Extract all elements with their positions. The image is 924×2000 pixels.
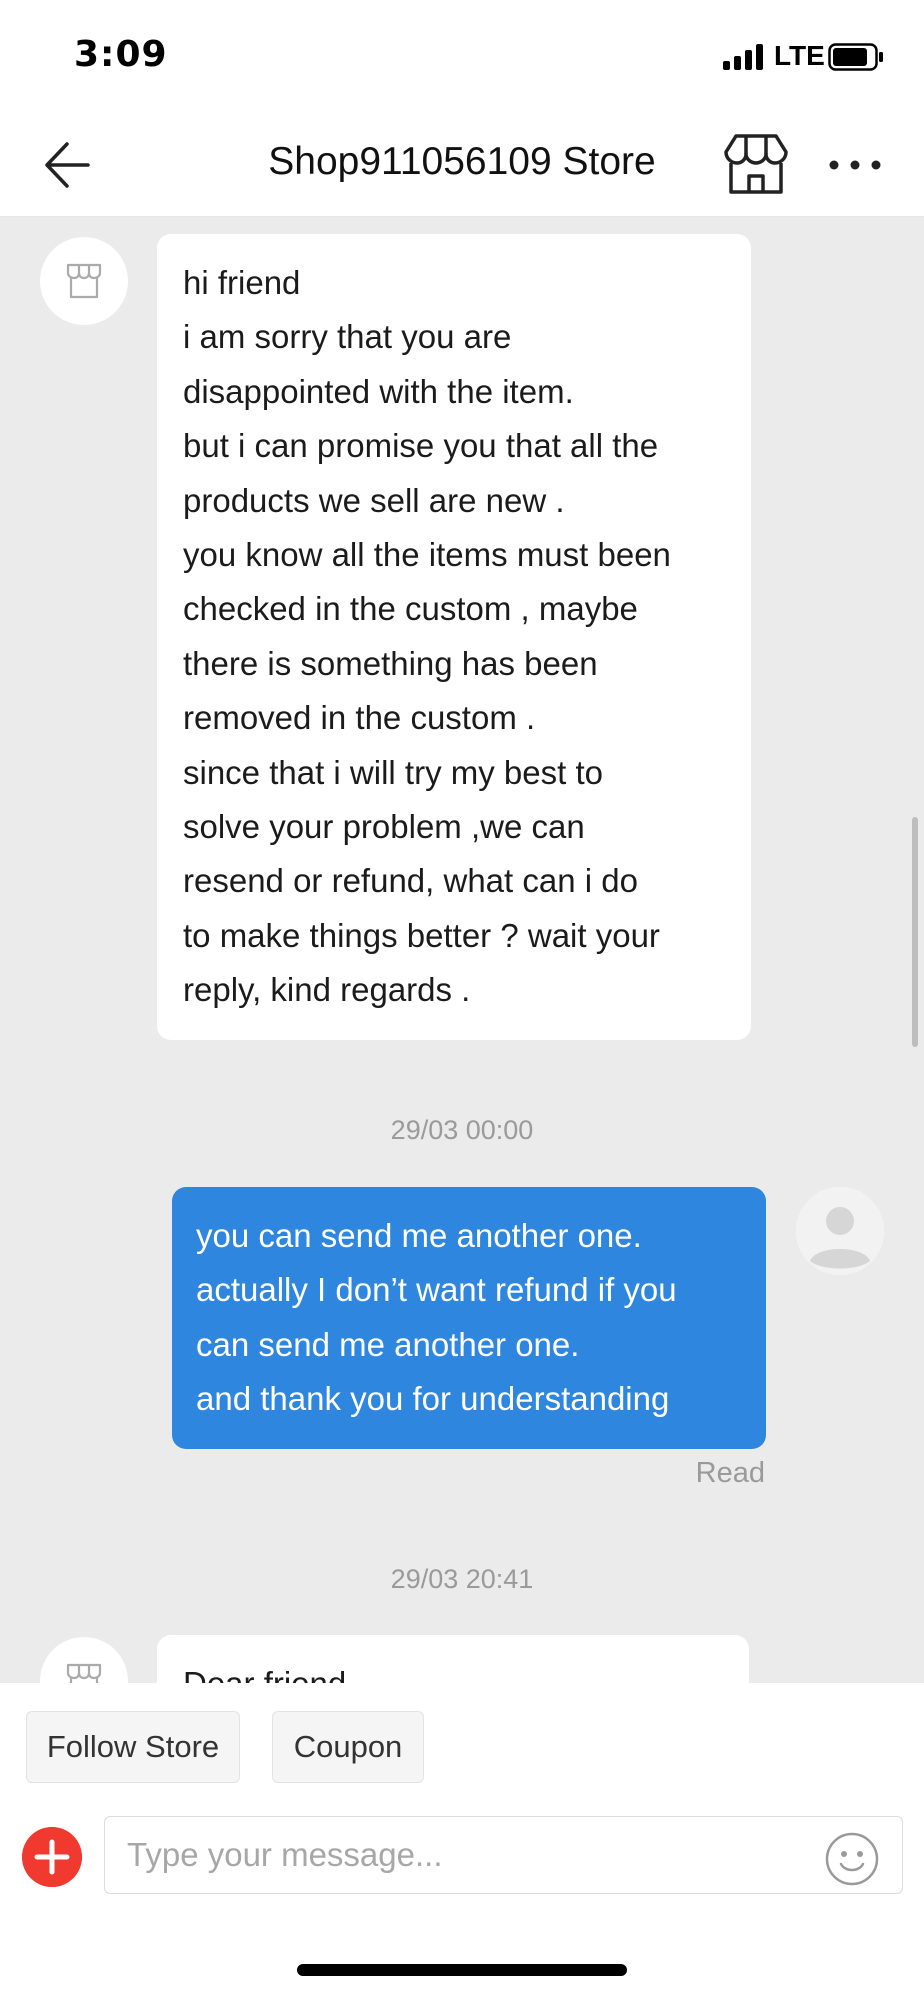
store-title: Shop911056109 Store — [268, 140, 656, 183]
message-line: reply, kind regards . — [183, 971, 471, 1009]
message-line: products we sell are new . — [183, 481, 565, 519]
message-line: there is something has been — [183, 644, 598, 682]
incoming-message-bubble[interactable]: hi friend i am sorry that you are disapp… — [157, 234, 751, 1040]
chat-messages[interactable]: hi friend i am sorry that you are disapp… — [0, 217, 924, 1683]
message-line: i am sorry that you are — [183, 318, 512, 356]
message-line: disappointed with the item. — [183, 372, 574, 410]
emoji-icon[interactable] — [824, 1831, 880, 1887]
message-timestamp: 29/03 20:41 — [390, 1564, 534, 1594]
plus-icon[interactable] — [22, 1827, 82, 1887]
read-status: Read — [695, 1457, 765, 1489]
store-avatar-icon[interactable] — [40, 237, 128, 325]
store-avatar-icon[interactable] — [40, 1637, 128, 1683]
battery-icon — [828, 43, 883, 71]
network-label: LTE — [774, 40, 825, 71]
message-line: you know all the items must been — [183, 536, 671, 574]
scrollbar[interactable] — [912, 817, 918, 1047]
message-line: actually I don’t want refund if you — [196, 1271, 677, 1309]
back-arrow-icon[interactable] — [40, 138, 94, 192]
message-line: you can send me another one. — [196, 1217, 642, 1254]
message-line: but i can promise you that all the — [183, 427, 659, 465]
store-icon[interactable] — [722, 132, 790, 196]
home-indicator[interactable] — [297, 1964, 627, 1976]
follow-store-button[interactable]: Follow Store — [26, 1711, 240, 1783]
message-line: removed in the custom . — [183, 699, 536, 737]
more-icon[interactable] — [826, 140, 884, 190]
status-bar: 3:09 LTE — [0, 0, 924, 112]
quick-actions-bar: Follow Store Coupon — [0, 1683, 924, 1803]
message-input[interactable] — [104, 1816, 903, 1894]
message-line: resend or refund, what can i do — [183, 862, 638, 900]
message-composer — [0, 1803, 924, 1915]
message-line: solve your problem ,we can — [183, 808, 585, 846]
outgoing-message-bubble[interactable]: you can send me another one. actually I … — [172, 1187, 766, 1449]
user-avatar-icon[interactable] — [796, 1187, 884, 1275]
coupon-button[interactable]: Coupon — [272, 1711, 424, 1783]
message-line: checked in the custom , maybe — [183, 590, 638, 628]
message-line: to make things better ? wait your — [183, 916, 660, 954]
status-time: 3:09 — [74, 34, 168, 75]
message-line: can send me another one. — [196, 1325, 580, 1363]
message-line: and thank you for understanding — [196, 1380, 670, 1418]
incoming-message-bubble[interactable]: Dear friend — [157, 1635, 749, 1683]
chat-header: Shop911056109 Store — [0, 112, 924, 217]
message-line: since that i will try my best to — [183, 753, 603, 791]
message-line: Dear friend — [183, 1657, 723, 1683]
message-timestamp: 29/03 00:00 — [390, 1115, 534, 1145]
message-line: hi friend — [183, 264, 301, 301]
signal-icon — [723, 44, 765, 70]
